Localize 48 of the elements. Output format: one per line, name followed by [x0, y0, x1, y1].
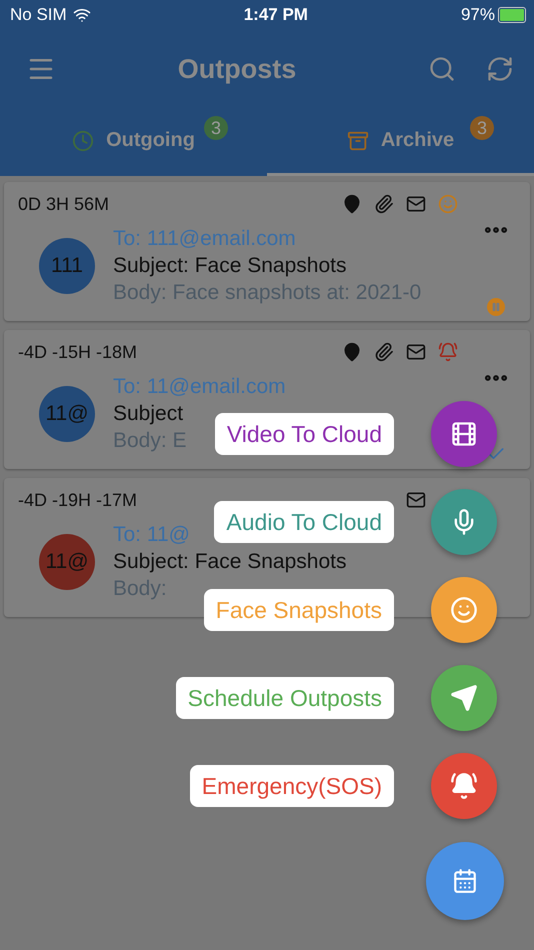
action-button[interactable] — [431, 753, 497, 819]
action-button[interactable] — [431, 577, 497, 643]
film-icon — [450, 420, 478, 448]
recipient-text: To: 11@ — [113, 523, 190, 547]
refresh-icon[interactable] — [486, 55, 514, 83]
paperclip-icon — [374, 194, 394, 214]
face-icon — [450, 596, 478, 624]
bell-icon — [450, 772, 478, 800]
action-label[interactable]: Video To Cloud — [214, 413, 394, 455]
bell-icon — [438, 342, 458, 362]
action-label[interactable]: Schedule Outposts — [176, 677, 394, 719]
mail-icon — [406, 194, 426, 214]
face-icon — [438, 194, 458, 214]
calendar-icon — [452, 868, 478, 894]
send-icon — [450, 684, 478, 712]
battery-percent: 97% — [460, 5, 495, 25]
clock-time: 1:47 PM — [244, 5, 308, 25]
location-icon — [342, 342, 362, 362]
action-label[interactable]: Audio To Cloud — [214, 501, 394, 543]
action-button[interactable] — [431, 665, 497, 731]
subject-text: Subject: Face Snapshots — [113, 254, 346, 278]
archive-icon — [346, 130, 369, 152]
avatar: 11@ — [39, 534, 95, 590]
mail-icon — [406, 490, 426, 510]
tab[interactable]: Outgoing 3 — [0, 108, 267, 176]
count-badge: 3 — [204, 116, 228, 140]
mail-icon — [406, 342, 426, 362]
clock-icon — [72, 130, 94, 152]
battery-icon — [498, 7, 526, 23]
avatar: 111 — [39, 238, 95, 294]
action-label[interactable]: Emergency(SOS) — [190, 765, 394, 807]
carrier-label: No SIM — [10, 5, 67, 25]
wifi-icon — [72, 6, 91, 24]
recipient-text: To: 111@email.com — [113, 227, 296, 251]
countdown-text: -4D -19H -17M — [18, 490, 138, 510]
tab[interactable]: Archive 3 — [267, 108, 534, 176]
location-icon — [342, 194, 362, 214]
subject-text: Subject — [113, 402, 184, 426]
avatar: 11@ — [39, 386, 95, 442]
countdown-text: -4D -15H -18M — [18, 342, 138, 362]
count-badge: 3 — [470, 116, 494, 140]
recipient-text: To: 11@email.com — [113, 375, 286, 399]
search-icon[interactable] — [428, 55, 456, 83]
countdown-text: 0D 3H 56M — [18, 194, 110, 214]
subject-text: Subject: Face Snapshots — [113, 550, 346, 574]
app-title: Outposts — [176, 54, 298, 84]
paperclip-icon — [374, 342, 394, 362]
action-label[interactable]: Face Snapshots — [204, 589, 394, 631]
